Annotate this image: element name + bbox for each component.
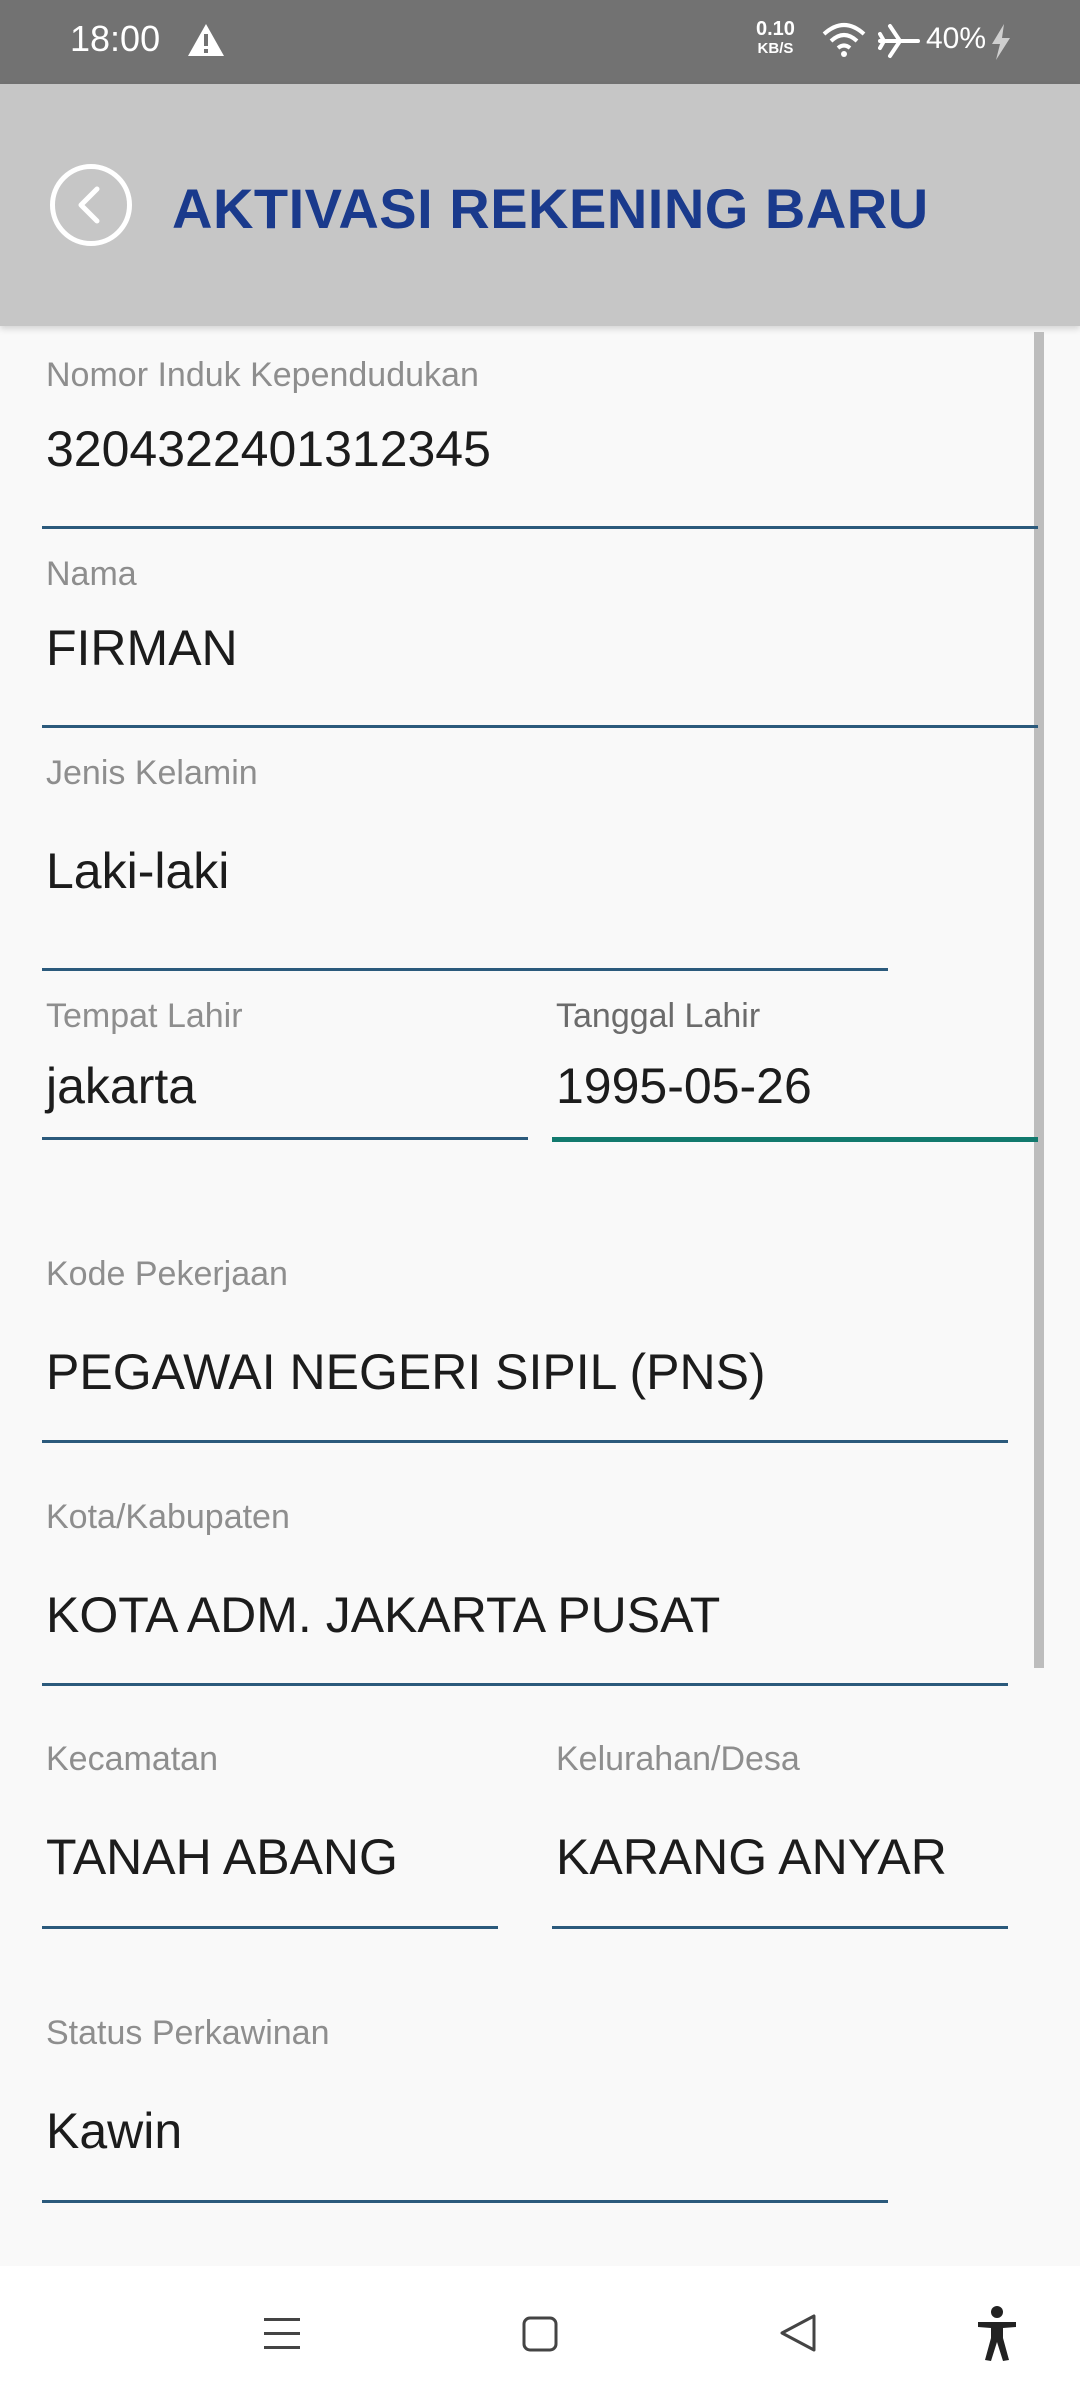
kode-pekerjaan-underline	[42, 1440, 1008, 1443]
kota-underline	[42, 1683, 1008, 1686]
status-perkawinan-underline	[42, 2200, 888, 2203]
nik-underline	[42, 526, 1038, 529]
tempat-lahir-field[interactable]: Tempat Lahir jakarta	[42, 997, 528, 1140]
charging-icon	[992, 24, 1010, 60]
kecamatan-value[interactable]: TANAH ABANG	[46, 1828, 398, 1886]
kota-field[interactable]: Kota/Kabupaten KOTA ADM. JAKARTA PUSAT	[42, 1498, 1008, 1688]
nik-field[interactable]: Nomor Induk Kependudukan 320432240131234…	[42, 356, 1038, 529]
jenis-kelamin-value[interactable]: Laki-laki	[46, 842, 229, 900]
tanggal-lahir-underline	[552, 1137, 1038, 1142]
kota-label: Kota/Kabupaten	[46, 1498, 290, 1536]
page-title: AKTIVASI REKENING BARU	[172, 177, 929, 240]
kelurahan-value[interactable]: KARANG ANYAR	[556, 1828, 947, 1886]
nik-value[interactable]: 3204322401312345	[46, 420, 491, 478]
status-bar: 18:00 0.10 KB/S 40%	[0, 0, 1080, 84]
nama-field[interactable]: Nama FIRMAN	[42, 555, 1038, 728]
tempat-lahir-underline	[42, 1137, 528, 1140]
status-time: 18:00	[70, 18, 161, 59]
status-perkawinan-field[interactable]: Status Perkawinan Kawin	[42, 2014, 888, 2204]
chevron-left-icon	[78, 186, 100, 224]
jenis-kelamin-underline	[42, 968, 888, 971]
warning-icon	[188, 24, 224, 56]
network-speed-unit: KB/S	[757, 40, 794, 57]
tanggal-lahir-label: Tanggal Lahir	[556, 997, 761, 1035]
back-triangle-icon[interactable]	[778, 2312, 818, 2354]
kecamatan-field[interactable]: Kecamatan TANAH ABANG	[42, 1740, 498, 1930]
jenis-kelamin-field[interactable]: Jenis Kelamin Laki-laki	[42, 754, 888, 971]
kecamatan-underline	[42, 1926, 498, 1929]
kode-pekerjaan-value[interactable]: PEGAWAI NEGERI SIPIL (PNS)	[46, 1343, 766, 1401]
menu-icon[interactable]	[262, 2314, 302, 2354]
nama-underline	[42, 725, 1038, 728]
tempat-lahir-value[interactable]: jakarta	[46, 1057, 196, 1115]
home-square-icon[interactable]	[520, 2314, 560, 2354]
airplane-icon	[878, 24, 920, 58]
kecamatan-label: Kecamatan	[46, 1740, 218, 1778]
kota-value[interactable]: KOTA ADM. JAKARTA PUSAT	[46, 1586, 720, 1644]
tanggal-lahir-value[interactable]: 1995-05-26	[556, 1057, 812, 1115]
kelurahan-underline	[552, 1926, 1008, 1929]
kode-pekerjaan-field[interactable]: Kode Pekerjaan PEGAWAI NEGERI SIPIL (PNS…	[42, 1255, 1008, 1445]
tanggal-lahir-field[interactable]: Tanggal Lahir 1995-05-26	[552, 997, 1038, 1142]
battery-level: 40%	[926, 22, 987, 55]
status-perkawinan-label: Status Perkawinan	[46, 2014, 330, 2052]
nik-label: Nomor Induk Kependudukan	[46, 356, 479, 394]
app-header: AKTIVASI REKENING BARU	[0, 84, 1080, 326]
nama-value[interactable]: FIRMAN	[46, 619, 238, 677]
tempat-lahir-label: Tempat Lahir	[46, 997, 243, 1035]
network-speed-value: 0.10	[756, 18, 795, 40]
jenis-kelamin-label: Jenis Kelamin	[46, 754, 258, 792]
wifi-icon	[822, 23, 866, 57]
kelurahan-field[interactable]: Kelurahan/Desa KARANG ANYAR	[552, 1740, 1008, 1930]
network-speed: 0.10 KB/S	[756, 18, 795, 58]
kode-pekerjaan-label: Kode Pekerjaan	[46, 1255, 288, 1293]
accessibility-icon[interactable]	[976, 2306, 1018, 2362]
status-perkawinan-value[interactable]: Kawin	[46, 2102, 182, 2160]
form-content[interactable]: Nomor Induk Kependudukan 320432240131234…	[0, 326, 1080, 2266]
back-button[interactable]	[50, 164, 132, 246]
kelurahan-label: Kelurahan/Desa	[556, 1740, 800, 1778]
system-nav-bar	[0, 2266, 1080, 2400]
nama-label: Nama	[46, 555, 137, 593]
